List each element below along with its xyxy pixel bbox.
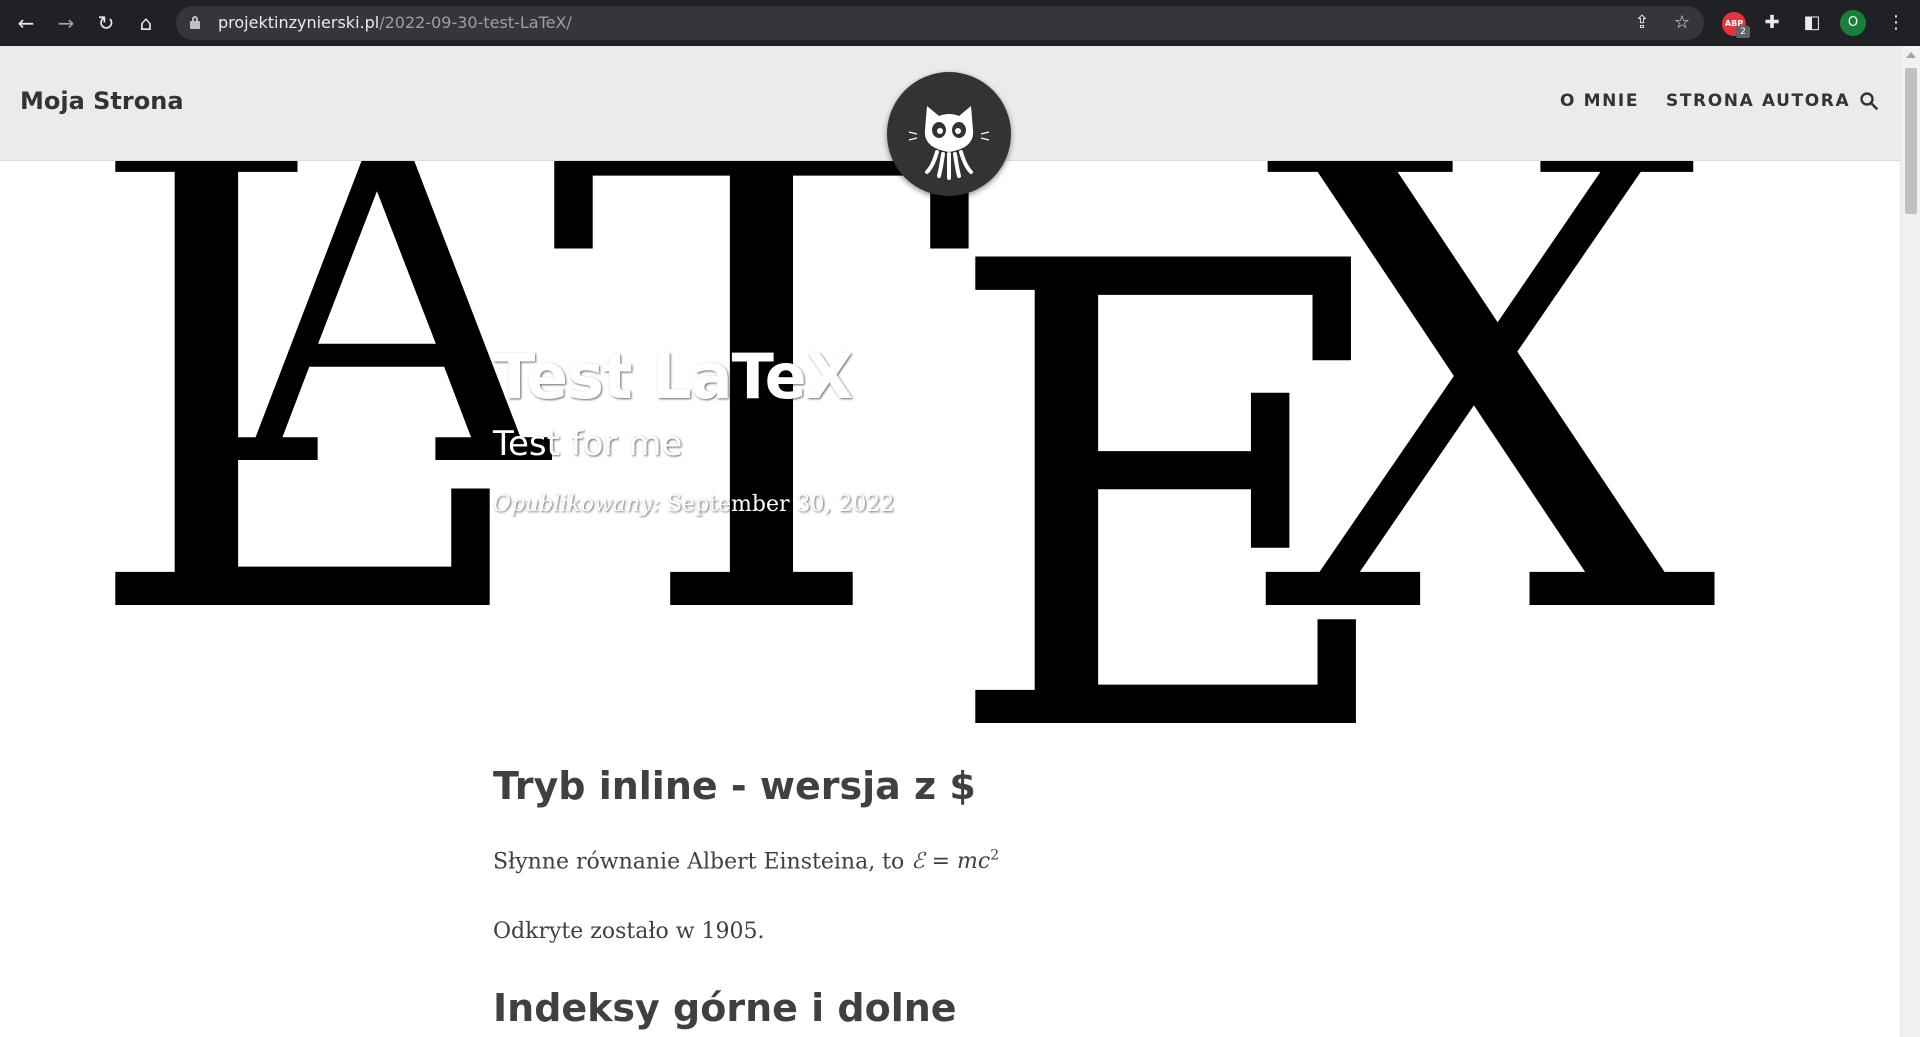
nav-item-strona-autora[interactable]: STRONA AUTORA <box>1666 46 1850 156</box>
puzzle-icon[interactable]: ✚ <box>1756 7 1788 39</box>
home-icon[interactable]: ⌂ <box>130 7 162 39</box>
reload-icon[interactable]: ↻ <box>90 7 122 39</box>
section-heading-inline: Tryb inline - wersja z $ <box>493 764 976 808</box>
search-icon[interactable] <box>1860 92 1878 110</box>
post-title: Test LaTeX <box>493 340 853 413</box>
scroll-up-arrow-icon[interactable] <box>1906 52 1916 58</box>
side-panel-icon[interactable]: ◧ <box>1796 7 1828 39</box>
github-octocat-icon <box>908 106 990 180</box>
equation-math: ℰ = mc2 <box>911 848 1000 875</box>
page-viewport: L A T E X Moja Strona O MNIE STRONA AUTO… <box>0 46 1900 1037</box>
share-icon[interactable]: ⇪ <box>1626 7 1658 39</box>
paragraph-discovery: Odkryte zostało w 1905. <box>493 919 765 944</box>
page-scrollbar[interactable] <box>1900 46 1920 1037</box>
scrollbar-thumb[interactable] <box>1905 68 1917 214</box>
post-meta-label: Opublikowany: <box>493 492 660 517</box>
avatar[interactable] <box>887 72 1011 196</box>
lock-icon[interactable] <box>190 16 200 29</box>
equation-body: ℰ = mc <box>911 849 991 875</box>
section-heading-indices: Indeksy górne i dolne <box>493 986 957 1030</box>
post-meta-date: September 30, 2022 <box>666 492 895 517</box>
kebab-menu-icon[interactable]: ⋮ <box>1880 7 1912 39</box>
site-brand[interactable]: Moja Strona <box>20 46 184 156</box>
equation-superscript: 2 <box>990 848 1000 864</box>
browser-toolbar: ← → ↻ ⌂ projektinzynierski.pl/2022-09-30… <box>0 0 1920 46</box>
url-text[interactable]: projektinzynierski.pl/2022-09-30-test-La… <box>218 6 572 40</box>
post-meta: Opublikowany: September 30, 2022 <box>493 492 894 517</box>
back-arrow-icon[interactable]: ← <box>10 7 42 39</box>
nav-item-o-mnie[interactable]: O MNIE <box>1560 46 1639 156</box>
paragraph-equation: Słynne równanie Albert Einsteina, to ℰ =… <box>493 848 999 874</box>
star-icon[interactable]: ☆ <box>1666 7 1698 39</box>
profile-avatar[interactable]: O <box>1840 10 1866 36</box>
paragraph-equation-text: Słynne równanie Albert Einsteina, to <box>493 849 905 875</box>
address-bar[interactable]: projektinzynierski.pl/2022-09-30-test-La… <box>176 6 1704 40</box>
extension-badge: 2 <box>1736 26 1750 38</box>
forward-arrow-icon[interactable]: → <box>50 7 82 39</box>
post-subtitle: Test for me <box>493 424 683 464</box>
url-host: projektinzynierski.pl <box>218 13 380 32</box>
url-path: /2022-09-30-test-LaTeX/ <box>379 13 572 32</box>
